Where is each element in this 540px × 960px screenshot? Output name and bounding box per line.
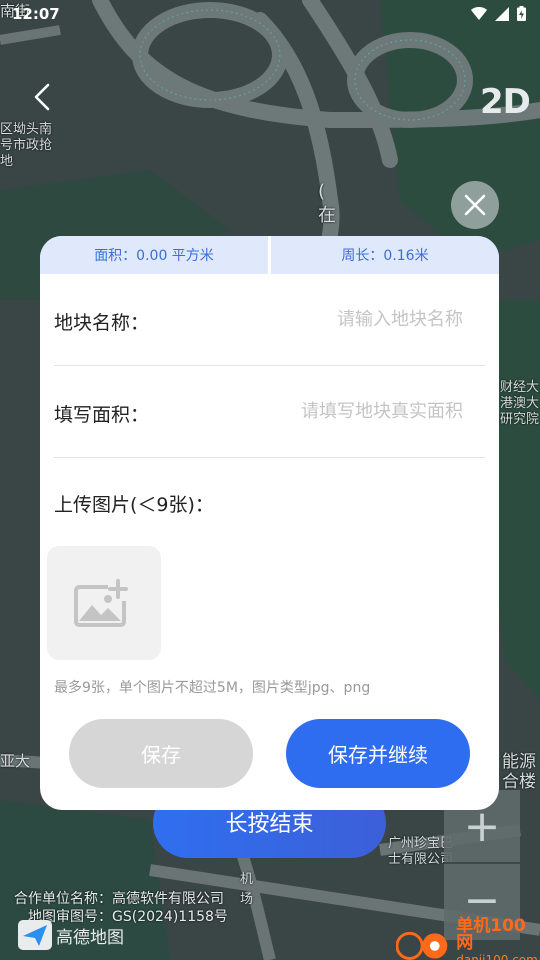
- watermark-main: 单机100网: [456, 916, 526, 953]
- end-button-label: 长按结束: [225, 812, 314, 837]
- plot-area-label: 填写面积：: [54, 404, 150, 426]
- status-icons: [471, 6, 526, 21]
- watermark: 单机100网 danji100.com: [396, 918, 540, 960]
- status-time: 12:07: [12, 5, 60, 23]
- amap-logo-text: 高德地图: [56, 927, 124, 948]
- map-label-right-block: 财经大 港澳大 研究院: [500, 380, 540, 427]
- save-and-continue-button[interactable]: 保存并继续: [286, 719, 470, 788]
- map-label-right-mid: 能源 合楼: [502, 752, 536, 792]
- chevron-left-icon: [34, 83, 50, 111]
- map-label-left-mid: 亚大: [0, 752, 31, 770]
- close-icon: [464, 194, 486, 216]
- status-bar: 12:07: [0, 0, 540, 30]
- watermark-text: 单机100网 danji100.com: [456, 918, 540, 960]
- watermark-url: danji100.com: [456, 953, 538, 960]
- amap-paper-plane-icon: [18, 920, 52, 950]
- close-button[interactable]: [451, 181, 499, 229]
- plot-area-input[interactable]: [203, 396, 463, 426]
- upload-images-label: 上传图片(＜9张)：: [54, 494, 214, 516]
- map-label-vertical-road: ( 在: [318, 181, 336, 226]
- area-stat: 面积：0.00 平方米: [94, 248, 214, 264]
- wifi-icon: [471, 6, 487, 20]
- plot-info-dialog: 面积：0.00 平方米 周长：0.16米 地块名称： 填写面积： 上传图片(＜9…: [40, 236, 499, 810]
- map-label-vertical-road-bottom: 机 场: [240, 872, 254, 907]
- plot-stats-bar: 面积：0.00 平方米 周长：0.16米: [40, 236, 499, 274]
- plot-area-row: 填写面积：: [54, 366, 485, 458]
- upload-hint: 最多9张，单个图片不超过5M，图片类型jpg、png: [54, 680, 371, 696]
- save-button[interactable]: 保存: [69, 719, 253, 788]
- battery-charging-icon: [517, 6, 526, 21]
- plot-name-input[interactable]: [203, 304, 463, 334]
- map-label-left-block: 区坳头南 号市政抢 地: [0, 122, 53, 169]
- add-image-icon: [74, 579, 128, 627]
- back-button[interactable]: [26, 80, 60, 114]
- add-image-button[interactable]: [47, 546, 161, 660]
- signal-icon: [495, 6, 509, 21]
- watermark-logo-icon: [396, 931, 448, 960]
- amap-logo: 高德地图: [18, 920, 124, 950]
- partner-credit: 合作单位名称：高德软件有限公司: [14, 891, 224, 907]
- plot-name-row: 地块名称：: [54, 274, 485, 366]
- map-mode-2d-button[interactable]: 2D: [480, 82, 531, 122]
- plot-name-label: 地块名称：: [54, 312, 150, 334]
- perimeter-stat: 周长：0.16米: [341, 248, 429, 264]
